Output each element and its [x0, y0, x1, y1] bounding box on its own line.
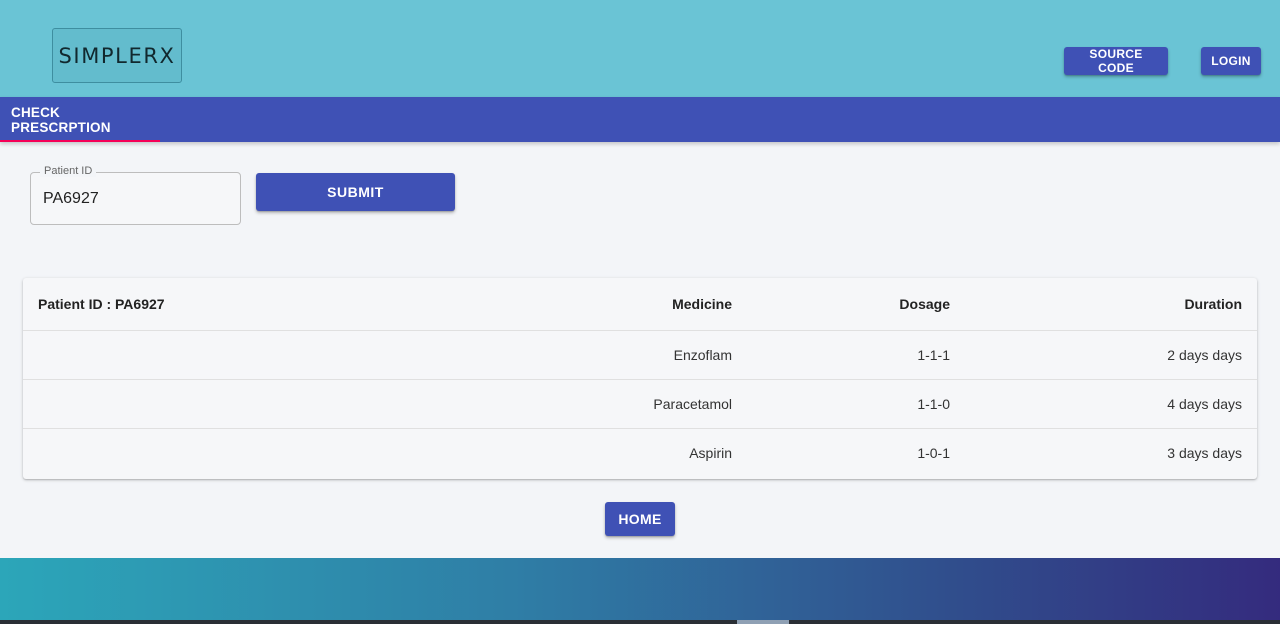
tab-check-prescription[interactable]: CHECK PRESCRPTION: [0, 97, 160, 142]
row-spacer-cell: [23, 330, 563, 380]
taskbar-active-item[interactable]: [737, 620, 789, 624]
dosage-cell: 1-0-1: [917, 444, 950, 461]
table-header-row: Patient ID : PA6927 Medicine Dosage Dura…: [23, 278, 1257, 331]
medicine-cell: Aspirin: [689, 444, 732, 461]
header-dosage: Dosage: [732, 278, 950, 331]
row-spacer-cell: [23, 379, 563, 429]
medicine-cell: Enzoflam: [563, 330, 732, 380]
medicine-cell: Paracetamol: [563, 379, 732, 429]
tab-bar: CHECK PRESCRPTION: [0, 97, 1280, 142]
patient-id-input[interactable]: [43, 190, 228, 208]
active-tab-indicator: [0, 140, 160, 142]
header-medicine: Medicine: [563, 278, 732, 331]
submit-button[interactable]: SUBMIT: [256, 173, 455, 211]
header-duration: Duration: [950, 278, 1257, 331]
os-taskbar: [0, 620, 1280, 624]
dosage-cell: 1-1-0: [732, 379, 950, 429]
source-code-button[interactable]: SOURCE CODE: [1064, 47, 1168, 75]
home-button[interactable]: HOME: [605, 502, 675, 536]
prescription-table-card: Patient ID : PA6927 Medicine Dosage Dura…: [23, 278, 1257, 479]
tab-label: CHECK PRESCRPTION: [11, 104, 111, 135]
login-button[interactable]: LOGIN: [1201, 47, 1261, 75]
row-spacer-cell: [23, 428, 563, 477]
table-row: Aspirin 1-0-1 3 days days: [23, 428, 1257, 477]
table-row: Enzoflam 1-1-1 2 days days: [23, 330, 1257, 380]
table-row: Paracetamol 1-1-0 4 days days: [23, 379, 1257, 429]
app-header: SIMPLERX SOURCE CODE LOGIN: [0, 0, 1280, 97]
dosage-cell: 1-1-1: [732, 330, 950, 380]
duration-cell: 3 days days: [1167, 444, 1242, 461]
duration-cell: 4 days days: [950, 379, 1257, 429]
patient-id-field[interactable]: Patient ID: [30, 165, 241, 225]
page-footer: [0, 558, 1280, 620]
patient-id-label: Patient ID: [40, 165, 97, 177]
prescription-table: Patient ID : PA6927 Medicine Dosage Dura…: [23, 278, 1257, 477]
header-patient-id: Patient ID : PA6927: [23, 278, 563, 331]
duration-cell: 2 days days: [950, 330, 1257, 380]
app-logo[interactable]: SIMPLERX: [52, 28, 182, 83]
